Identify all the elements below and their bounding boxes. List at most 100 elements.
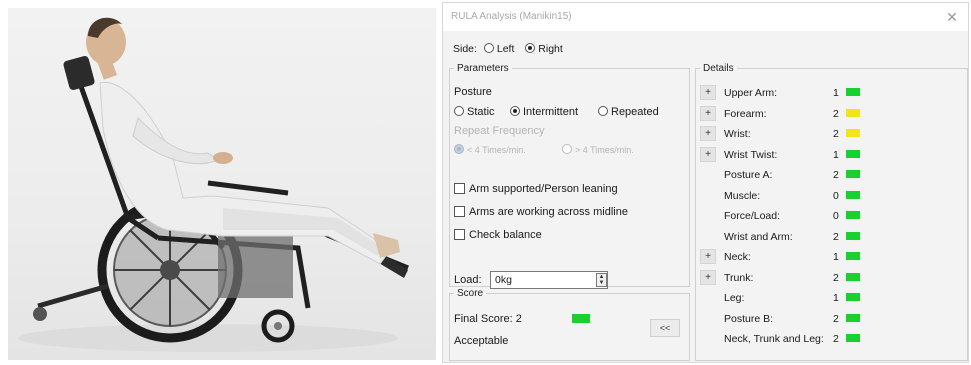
score-legend: Score (457, 288, 484, 299)
detail-row: Force/Load: 0 (696, 205, 967, 225)
radio-icon (454, 106, 464, 116)
detail-label: Force/Load: (724, 210, 781, 222)
detail-row: Posture A: 2 (696, 164, 967, 184)
detail-color-indicator (846, 129, 860, 137)
parameters-group: Parameters Posture Static Intermittent R… (449, 63, 690, 289)
detail-label: Upper Arm: (724, 87, 778, 99)
side-selector: Side: Left Right (453, 43, 571, 55)
detail-row: + Neck: 1 (696, 246, 967, 266)
checkbox-icon (454, 229, 465, 240)
checkbox-icon (454, 206, 465, 217)
dialog-title: RULA Analysis (Manikin15) (451, 11, 572, 22)
detail-color-indicator (846, 272, 860, 281)
final-score-text: Final Score: 2 (454, 313, 522, 325)
dialog-title-bar: RULA Analysis (Manikin15) ✕ (443, 3, 968, 31)
repeat-over-4-radio[interactable]: > 4 Times/min. (562, 144, 634, 155)
detail-value: 2 (833, 107, 839, 120)
expand-toggle-icon[interactable]: + (700, 126, 716, 141)
detail-color-indicator (846, 231, 860, 240)
detail-label: Neck: (724, 251, 751, 263)
detail-value: 2 (833, 230, 839, 243)
detail-value: 1 (833, 148, 839, 161)
detail-value: 0 (833, 189, 839, 202)
detail-value: 2 (833, 169, 839, 181)
parameters-legend: Parameters (457, 63, 509, 74)
detail-label: Wrist: (724, 128, 751, 140)
close-button[interactable]: ✕ (942, 7, 962, 27)
detail-color-indicator (846, 108, 860, 117)
expand-toggle-icon[interactable]: + (700, 85, 716, 100)
repeat-under-4-radio[interactable]: < 4 Times/min. (454, 144, 526, 155)
final-score-color-indicator (572, 314, 590, 323)
detail-color-indicator (846, 170, 860, 178)
radio-selected-icon (525, 43, 536, 53)
detail-row: + Upper Arm: 1 (696, 82, 967, 102)
detail-value: 2 (833, 271, 839, 284)
detail-row: Wrist and Arm: 2 (696, 226, 967, 246)
detail-value: 1 (833, 292, 839, 304)
arms-midline-checkbox[interactable]: Arms are working across midline (454, 206, 628, 218)
radio-selected-icon (510, 106, 520, 116)
detail-row: Neck, Trunk and Leg: 2 (696, 328, 967, 348)
detail-color-indicator (846, 252, 860, 260)
posture-intermittent-radio[interactable]: Intermittent (510, 106, 578, 118)
expand-toggle-icon[interactable]: + (700, 146, 716, 162)
detail-row: + Wrist: 2 (696, 123, 967, 143)
detail-row: Posture B: 2 (696, 308, 967, 328)
arm-supported-checkbox[interactable]: Arm supported/Person leaning (454, 183, 618, 195)
detail-color-indicator (846, 293, 860, 301)
detail-value: 1 (833, 251, 839, 263)
load-spinner[interactable]: ▲ ▼ (596, 273, 607, 287)
detail-color-indicator (846, 211, 860, 219)
rula-analysis-dialog: RULA Analysis (Manikin15) ✕ Side: Left R… (442, 2, 969, 363)
posture-label: Posture (454, 86, 492, 98)
detail-value: 2 (833, 333, 839, 345)
posture-repeated-radio[interactable]: Repeated (598, 106, 659, 118)
radio-selected-icon (454, 144, 464, 154)
detail-color-indicator (846, 149, 860, 158)
side-option-left[interactable]: Left (483, 43, 519, 55)
detail-color-indicator (846, 190, 860, 199)
posture-static-radio[interactable]: Static (454, 106, 495, 118)
detail-value: 0 (833, 210, 839, 222)
detail-row: + Forearm: 2 (696, 103, 967, 123)
check-balance-checkbox[interactable]: Check balance (454, 229, 542, 241)
manikin-wheelchair-scene (18, 17, 409, 352)
expand-toggle-icon[interactable]: + (700, 269, 716, 285)
detail-label: Muscle: (724, 189, 761, 202)
detail-row: + Trunk: 2 (696, 267, 967, 287)
detail-value: 2 (833, 312, 839, 325)
detail-row: Muscle: 0 (696, 185, 967, 205)
load-input[interactable]: 0kg (490, 271, 608, 289)
detail-label: Wrist and Arm: (724, 230, 793, 243)
load-label: Load: (454, 274, 482, 286)
detail-row: + Wrist Twist: 1 (696, 144, 967, 164)
detail-row: Leg: 1 (696, 287, 967, 307)
radio-icon (483, 43, 494, 53)
detail-label: Posture B: (724, 312, 774, 325)
radio-icon (598, 106, 608, 116)
score-verdict: Acceptable (454, 335, 509, 347)
detail-label: Posture A: (724, 169, 773, 181)
detail-color-indicator (846, 313, 860, 322)
details-legend: Details (703, 63, 734, 74)
repeat-frequency-label: Repeat Frequency (454, 125, 545, 137)
spin-down-icon[interactable]: ▼ (597, 280, 606, 286)
radio-icon (562, 144, 572, 154)
detail-value: 2 (833, 128, 839, 140)
detail-label: Forearm: (724, 107, 767, 120)
detail-color-indicator (846, 334, 860, 342)
expand-toggle-icon[interactable]: + (700, 105, 716, 121)
side-label: Side: (453, 43, 477, 55)
checkbox-icon (454, 183, 465, 194)
detail-label: Trunk: (724, 271, 754, 284)
side-option-right[interactable]: Right (525, 43, 567, 55)
detail-label: Neck, Trunk and Leg: (724, 333, 824, 345)
expand-toggle-icon[interactable]: + (700, 249, 716, 264)
detail-label: Leg: (724, 292, 745, 304)
details-group: Details + Upper Arm: 1 + Forearm: 2 + Wrist: 2 + W… (695, 63, 968, 361)
detail-label: Wrist Twist: (724, 148, 778, 161)
collapse-details-button[interactable]: << (650, 319, 680, 337)
score-group: Score Final Score: 2 Acceptable << (449, 288, 690, 361)
3d-viewport[interactable] (8, 8, 436, 360)
